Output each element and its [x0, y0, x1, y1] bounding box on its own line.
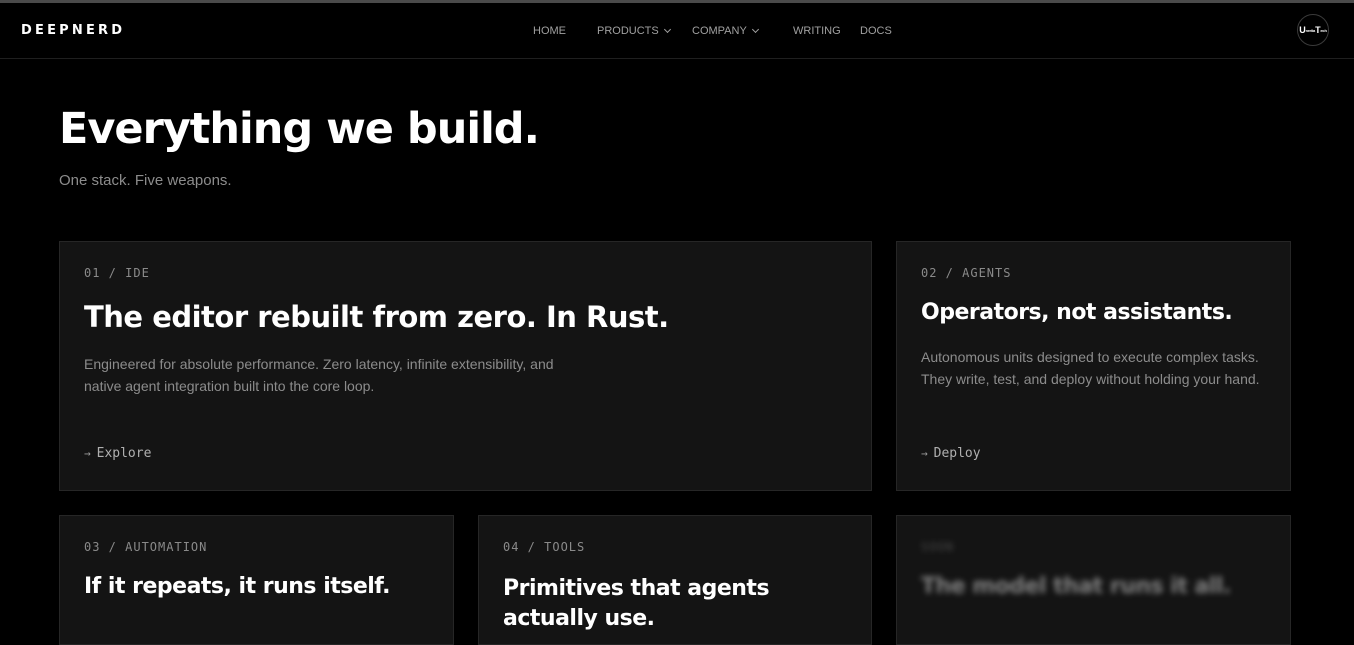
page-subtitle: One stack. Five weapons. — [59, 172, 232, 189]
deploy-link-label: Deploy — [933, 446, 981, 461]
card-title: Operators, not assistants. — [921, 300, 1233, 325]
nav-home-label: HOME — [533, 25, 566, 37]
nav-links: HOME PRODUCTS COMPANY WRITING DOCS — [0, 25, 1354, 39]
product-card-agents[interactable]: 02 / AGENTS Operators, not assistants. A… — [896, 241, 1291, 491]
nav-home[interactable]: HOME — [533, 25, 566, 37]
card-tag: 01 / IDE — [84, 266, 150, 280]
navbar: DEEPNERD HOME PRODUCTS COMPANY WRITING D… — [0, 3, 1354, 59]
nav-products-label: PRODUCTS — [597, 25, 659, 37]
nav-company[interactable]: COMPANY — [692, 25, 759, 37]
card-tag: SOON — [921, 540, 954, 554]
card-description: Autonomous units designed to execute com… — [921, 349, 1260, 387]
avatar-text-2: ech — [1320, 27, 1327, 33]
product-card-model: SOON The model that runs it all. — [896, 515, 1291, 645]
nav-writing[interactable]: WRITING — [793, 25, 841, 37]
arrow-right-icon: → — [84, 447, 91, 460]
card-tag: 02 / AGENTS — [921, 266, 1012, 280]
card-description: Engineered for absolute performance. Zer… — [84, 356, 554, 394]
card-title: Primitives that agents actually use. — [503, 576, 770, 631]
card-title: The editor rebuilt from zero. In Rust. — [84, 300, 669, 334]
explore-link-label: Explore — [96, 446, 152, 461]
chevron-down-icon — [663, 25, 671, 34]
nav-docs[interactable]: DOCS — [860, 25, 892, 37]
explore-link[interactable]: → Explore — [84, 446, 151, 461]
avatar[interactable]: Unrelia Tech — [1297, 14, 1329, 46]
deploy-link[interactable]: → Deploy — [921, 446, 981, 461]
avatar-text-1: nrelia — [1305, 27, 1316, 33]
card-title: The model that runs it all. — [921, 574, 1231, 599]
product-card-ide[interactable]: 01 / IDE The editor rebuilt from zero. I… — [59, 241, 872, 491]
card-title: If it repeats, it runs itself. — [84, 574, 391, 599]
nav-products[interactable]: PRODUCTS — [597, 25, 671, 37]
chevron-down-icon — [751, 25, 759, 34]
nav-company-label: COMPANY — [692, 25, 747, 37]
page-title: Everything we build. — [59, 104, 540, 154]
card-tag: 03 / AUTOMATION — [84, 540, 208, 554]
product-card-tools[interactable]: 04 / TOOLS Primitives that agents actual… — [478, 515, 872, 645]
product-card-automation[interactable]: 03 / AUTOMATION If it repeats, it runs i… — [59, 515, 454, 645]
card-tag: 04 / TOOLS — [503, 540, 586, 554]
nav-writing-label: WRITING — [793, 25, 841, 37]
arrow-right-icon: → — [921, 447, 928, 460]
nav-docs-label: DOCS — [860, 25, 892, 37]
